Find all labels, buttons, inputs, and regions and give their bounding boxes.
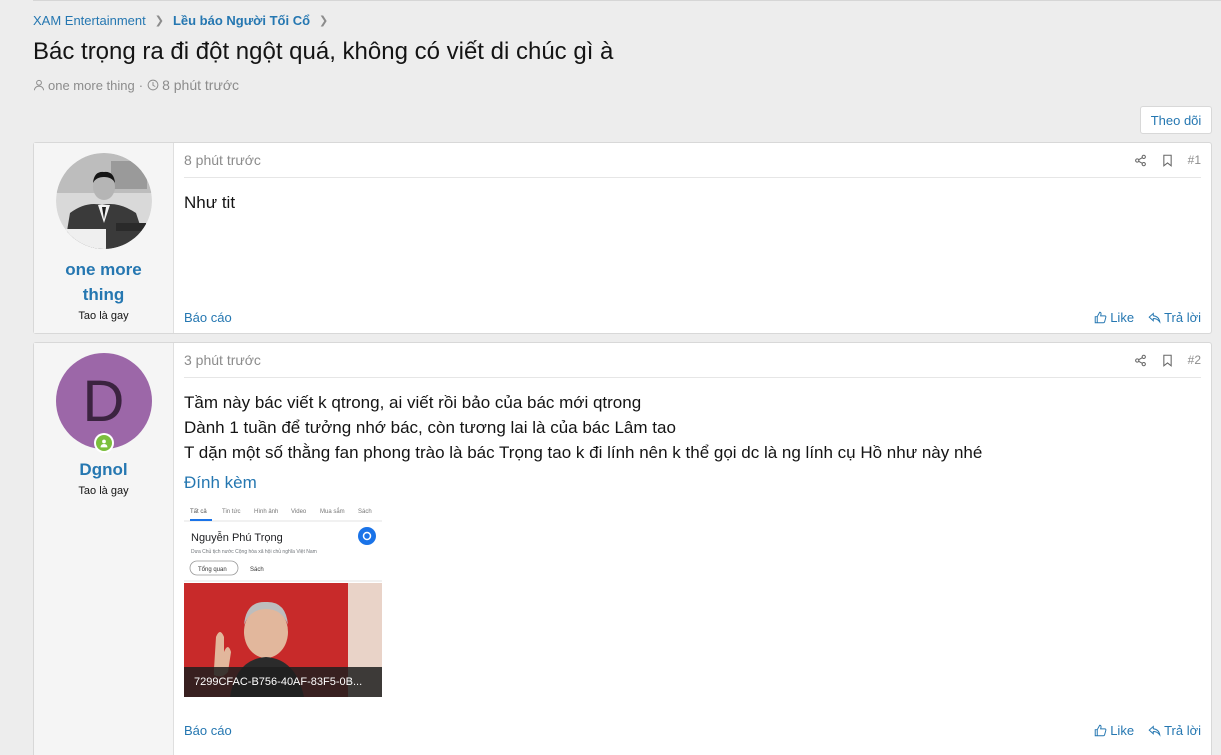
username-line-1[interactable]: one more: [65, 260, 142, 279]
attachment-thumbnail[interactable]: Tất cả Tin tức Hình ảnh Video Mua sắm Sá…: [184, 497, 382, 697]
thumbs-up-icon: [1094, 724, 1107, 737]
attachment-tab: Tất cả: [190, 509, 207, 515]
user-title: Tao là gay: [78, 310, 129, 322]
attachment-chip: Sách: [250, 567, 264, 573]
online-status-icon: [93, 433, 114, 453]
post-number[interactable]: #1: [1188, 153, 1201, 167]
post-body: Như tit: [184, 178, 1201, 215]
thumbs-up-icon: [1094, 311, 1107, 324]
post-text-line: Như tit: [184, 193, 236, 212]
post-text-line: Dành 1 tuần để tưởng nhớ bác, còn tương …: [184, 418, 676, 437]
reply-icon: [1148, 725, 1161, 737]
reply-button[interactable]: Trả lời: [1148, 310, 1201, 325]
report-link[interactable]: Báo cáo: [184, 310, 232, 325]
clock-icon: [147, 79, 159, 91]
like-button[interactable]: Like: [1094, 310, 1134, 325]
post-2: D Dgnol Tao là gay 3 phút trước #2 Tầm n…: [33, 342, 1212, 755]
breadcrumb-item-forum[interactable]: Lều báo Người Tối Cổ: [173, 13, 310, 28]
post-username[interactable]: one more thing: [65, 257, 142, 307]
attachment-tab: Hình ảnh: [254, 509, 278, 515]
post-text-line: Tầm này bác viết k qtrong, ai viết rồi b…: [184, 393, 642, 412]
username-line-2[interactable]: thing: [83, 285, 125, 304]
reply-label: Trả lời: [1164, 723, 1201, 738]
report-link[interactable]: Báo cáo: [184, 723, 232, 738]
user-title: Tao là gay: [78, 485, 129, 497]
breadcrumb: XAM Entertainment ❯ Lều báo Người Tối Cổ…: [33, 13, 337, 28]
reply-icon: [1148, 312, 1161, 324]
post-footer: Báo cáo Like Trả lời: [184, 310, 1201, 325]
meta-separator: ·: [138, 77, 144, 93]
post-user-panel: D Dgnol Tao là gay: [34, 343, 174, 755]
post-username[interactable]: Dgnol: [79, 457, 127, 482]
post-1: one more thing Tao là gay 8 phút trước #…: [33, 142, 1212, 334]
attachment-result-subtitle: Dưa Chủ tịch nước Cộng hòa xã hội chủ ng…: [191, 548, 317, 555]
chevron-right-icon: ❯: [154, 15, 164, 27]
post-time[interactable]: 3 phút trước: [184, 352, 261, 368]
post-user-panel: one more thing Tao là gay: [34, 143, 174, 333]
post-time[interactable]: 8 phút trước: [184, 152, 261, 168]
attachment-tab: Tin tức: [222, 509, 240, 515]
user-icon: [34, 79, 44, 91]
thread-author[interactable]: one more thing: [48, 78, 135, 93]
attachment-tab: Sách: [358, 509, 372, 515]
bookmark-icon[interactable]: [1161, 354, 1174, 367]
share-icon[interactable]: [1134, 354, 1147, 367]
chevron-right-icon: ❯: [319, 15, 329, 27]
page-title: Bác trọng ra đi đột ngột quá, không có v…: [33, 38, 614, 65]
avatar[interactable]: [55, 153, 152, 249]
follow-button[interactable]: Theo dõi: [1140, 106, 1212, 134]
attachments-label: Đính kèm: [184, 473, 257, 492]
share-icon[interactable]: [1134, 154, 1147, 167]
post-header: 3 phút trước #2: [184, 343, 1201, 378]
like-button[interactable]: Like: [1094, 723, 1134, 738]
post-content: 3 phút trước #2 Tầm này bác viết k qtron…: [174, 343, 1211, 755]
reply-label: Trả lời: [1164, 310, 1201, 325]
post-number[interactable]: #2: [1188, 353, 1201, 367]
attachment-tab: Video: [291, 509, 307, 515]
attachment-result-title: Nguyễn Phú Trọng: [191, 531, 283, 544]
post-body: Tầm này bác viết k qtrong, ai viết rồi b…: [184, 378, 1201, 465]
like-label: Like: [1110, 723, 1135, 738]
breadcrumb-item-xam[interactable]: XAM Entertainment: [33, 13, 146, 28]
reply-button[interactable]: Trả lời: [1148, 723, 1201, 738]
post-footer: Báo cáo Like Trả lời: [184, 723, 1201, 738]
avatar-letter: D: [82, 368, 125, 434]
attachment-tab: Mua sắm: [320, 508, 345, 515]
attachment-chip: Tổng quan: [198, 566, 227, 573]
attachment-filename: 7299CFAC-B756-40AF-83F5-0B...: [184, 667, 382, 697]
thread-meta: one more thing · 8 phút trước: [33, 77, 239, 93]
bookmark-icon[interactable]: [1161, 154, 1174, 167]
post-content: 8 phút trước #1 Như tit Báo cáo Like Trả…: [174, 143, 1211, 333]
post-header: 8 phút trước #1: [184, 143, 1201, 178]
top-divider: [33, 0, 1221, 1]
like-label: Like: [1110, 310, 1135, 325]
thread-time[interactable]: 8 phút trước: [162, 77, 239, 93]
post-text-line: T dặn một số thằng fan phong trào là bác…: [184, 443, 983, 462]
